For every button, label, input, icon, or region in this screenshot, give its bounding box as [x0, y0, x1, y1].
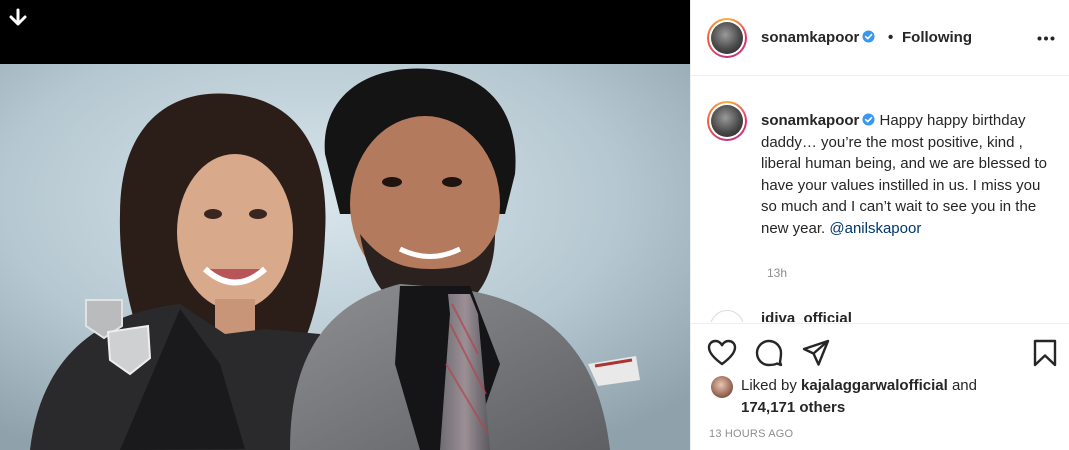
- bookmark-icon: [1033, 339, 1057, 367]
- caption-author-username[interactable]: sonamkapoor: [761, 112, 875, 129]
- caption-text: Happy happy birthday daddy… you’re the m…: [761, 112, 1048, 237]
- heart-icon: [707, 339, 737, 366]
- post-actions: Liked by kajalaggarwalofficial and 174,1…: [691, 323, 1069, 449]
- author-avatar[interactable]: [707, 18, 747, 58]
- likes-count-link[interactable]: 174,171 others: [741, 399, 845, 416]
- author-username-text: sonamkapoor: [761, 29, 860, 46]
- caption-author-avatar[interactable]: [707, 101, 747, 141]
- liked-by-user-link[interactable]: kajalaggarwalofficial: [801, 377, 948, 394]
- post-media[interactable]: [0, 0, 690, 450]
- download-icon[interactable]: [8, 8, 28, 28]
- comment-author-username[interactable]: idiva_official: [761, 310, 852, 322]
- post-side-panel: sonamkapoor • Following sonamkapoor Happ…: [690, 0, 1069, 450]
- comment-avatar[interactable]: [710, 310, 744, 322]
- liked-by-prefix: Liked by: [741, 377, 797, 394]
- share-button[interactable]: [801, 338, 831, 368]
- verified-badge-icon: [862, 113, 875, 126]
- comment-button[interactable]: [754, 338, 784, 368]
- author-username[interactable]: sonamkapoor: [761, 29, 875, 46]
- liked-by-and: and: [951, 377, 977, 394]
- share-icon: [802, 339, 830, 366]
- comment-icon: [755, 339, 783, 367]
- post-timestamp[interactable]: 13 HOURS AGO: [709, 428, 793, 440]
- post-photo: [0, 64, 690, 450]
- following-button[interactable]: Following: [902, 29, 972, 46]
- save-button[interactable]: [1030, 338, 1060, 368]
- caption-mention-link[interactable]: @anilskapoor: [829, 220, 921, 237]
- verified-badge-icon: [862, 30, 875, 43]
- media-letterbox: [0, 0, 690, 64]
- caption-time: 13h: [767, 266, 788, 280]
- caption-author-text: sonamkapoor: [761, 112, 860, 129]
- like-button[interactable]: [707, 338, 737, 368]
- comment-peek: idiva_official: [691, 308, 1069, 322]
- more-options-icon[interactable]: [1037, 36, 1055, 41]
- liker-avatar[interactable]: [711, 376, 733, 398]
- header-separator: •: [888, 29, 894, 46]
- likes-summary: Liked by kajalaggarwalofficial and 174,1…: [741, 375, 1041, 418]
- post-caption: sonamkapoor Happy happy birthday daddy… …: [761, 110, 1051, 239]
- post-header: sonamkapoor • Following: [691, 0, 1069, 76]
